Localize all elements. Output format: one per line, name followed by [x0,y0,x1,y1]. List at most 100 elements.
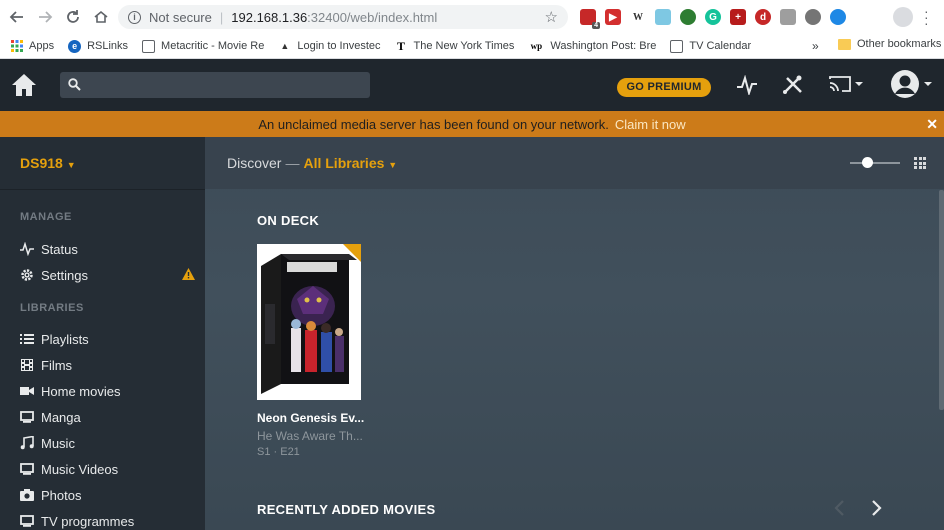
activity-icon [20,242,34,256]
monitor-icon [20,462,34,476]
bookmark-label: Metacritic - Movie Re [161,40,265,52]
poster-size-slider[interactable] [850,162,900,164]
user-menu-button[interactable] [890,69,936,106]
search-input[interactable] [60,72,370,98]
nytimes-icon: T [397,38,406,53]
bookmark-star-icon[interactable]: ☆ [545,8,558,26]
camera-icon [20,488,34,502]
extension-shield-icon[interactable]: 4 [580,9,600,29]
bookmark-nytimes[interactable]: T The New York Times [395,38,515,53]
info-icon: i [128,10,141,24]
chevron-right-icon[interactable] [871,499,883,522]
claim-server-link[interactable]: Claim it now [615,117,686,132]
sidebar-item-photos[interactable]: Photos [20,485,195,505]
slider-handle[interactable] [862,157,873,168]
bookmark-label: Login to Investec [297,40,381,52]
bookmarks-overflow-button[interactable]: » [812,39,819,53]
cast-button[interactable] [828,75,866,100]
sidebar: DS918 ▼ MANAGE Status Settings LIBRARIES… [0,137,205,530]
sidebar-item-label: Music Videos [41,461,119,477]
extension-d-icon[interactable]: d [755,9,771,25]
server-selector[interactable]: DS918 ▼ [20,155,76,171]
url-host: 192.168.1.36 [231,9,308,25]
video-camera-icon [20,384,34,398]
home-icon [12,74,36,96]
go-premium-button[interactable]: GO PREMIUM [617,78,711,97]
poster-artwork [257,244,361,400]
bookmark-apps[interactable]: Apps [10,40,54,53]
extension-play-icon[interactable]: ▶ [605,9,621,25]
warning-icon [182,268,195,283]
security-label: Not secure [149,9,212,25]
address-bar[interactable]: i Not secure | 192.168.1.36:32400/web/in… [118,5,568,29]
browser-toolbar: i Not secure | 192.168.1.36:32400/web/in… [0,0,944,34]
recently-added-heading: RECENTLY ADDED MOVIES [257,502,436,517]
extension-cloud-icon[interactable] [655,9,671,25]
bookmark-label: The New York Times [413,40,515,52]
chevron-down-icon: ▼ [66,160,76,170]
bookmark-metacritic[interactable]: Metacritic - Movie Re [142,39,265,53]
sidebar-item-films[interactable]: Films [20,355,195,375]
sidebar-item-manga[interactable]: Manga [20,407,195,427]
close-icon[interactable]: ✕ [926,116,938,133]
sidebar-item-label: Status [41,241,78,257]
sidebar-item-home-movies[interactable]: Home movies [20,381,195,401]
search-icon [68,78,81,91]
film-icon [20,358,34,372]
breadcrumb: Discover — All Libraries ▼ [227,155,397,171]
house-icon [94,10,108,23]
library-filter-dropdown[interactable]: All Libraries ▼ [303,155,397,171]
on-deck-subtitle[interactable]: He Was Aware Th... [257,429,363,443]
sidebar-item-label: Home movies [41,383,121,399]
extension-wikipedia-icon[interactable]: W [630,9,646,25]
extension-plus-shield-icon[interactable]: + [730,9,746,25]
activity-icon [737,74,757,97]
on-deck-poster[interactable] [257,244,361,400]
plex-header: GO PREMIUM [0,59,944,111]
bookmark-label: Apps [29,40,55,52]
other-bookmarks-folder[interactable]: Other bookmarks [838,38,941,50]
other-bookmarks-label: Other bookmarks [857,38,942,50]
chevron-left-icon[interactable] [833,499,845,522]
bookmark-investec[interactable]: ▲ Login to Investec [278,40,380,53]
bookmark-washington-post[interactable]: wp Washington Post: Bre [528,40,657,53]
sidebar-item-playlists[interactable]: Playlists [20,329,195,349]
extension-grammarly-icon[interactable]: G [705,9,721,25]
page-scrollbar[interactable] [939,190,944,410]
forward-button[interactable] [32,4,58,30]
manage-heading: MANAGE [20,211,72,223]
libraries-heading: LIBRARIES [20,302,84,314]
activity-button[interactable] [736,74,758,100]
browser-menu-icon[interactable]: · · · [924,4,930,30]
extension-speed-icon[interactable] [805,9,821,25]
sidebar-item-tv-programmes[interactable]: TV programmes [20,511,195,530]
extension-badge: 4 [592,22,600,29]
grid-view-icon[interactable] [914,157,926,169]
home-page-button[interactable] [88,4,114,30]
calendar-icon [670,39,684,53]
bookmark-tv-calendar[interactable]: TV Calendar [670,39,752,53]
sidebar-item-settings[interactable]: Settings [20,265,195,285]
bookmark-rslinks[interactable]: e RSLinks [68,39,128,53]
extension-grid-icon[interactable] [780,9,796,25]
plex-home-button[interactable] [10,72,38,98]
sidebar-item-music[interactable]: Music [20,433,195,453]
sidebar-item-status[interactable]: Status [20,239,195,259]
banner-message: An unclaimed media server has been found… [258,116,609,132]
sidebar-item-label: Photos [41,487,82,503]
extensions-bar: 4 ▶ W G + d [580,6,846,29]
back-button[interactable] [4,4,30,30]
back-arrow-icon [9,11,23,23]
browser-profile-avatar[interactable] [893,7,913,27]
extension-wave-icon[interactable] [830,9,846,25]
forward-arrow-icon [39,11,53,23]
cast-icon [829,76,863,92]
sidebar-item-music-videos[interactable]: Music Videos [20,459,195,479]
bookmark-label: TV Calendar [689,40,752,52]
on-deck-title[interactable]: Neon Genesis Ev... [257,411,364,425]
sidebar-item-label: Films [41,357,73,373]
monitor-icon [20,514,34,528]
extension-globe-icon[interactable] [680,9,696,25]
settings-tools-button[interactable] [782,75,804,100]
reload-button[interactable] [60,4,86,30]
